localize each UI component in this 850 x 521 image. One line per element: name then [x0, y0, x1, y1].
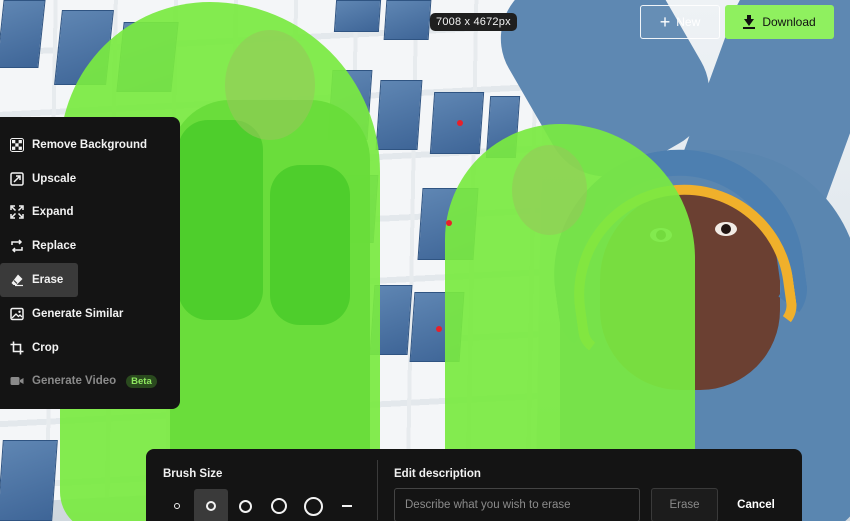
brush-circle-icon	[303, 496, 323, 516]
eraser-icon	[10, 273, 24, 287]
expand-icon	[10, 205, 24, 220]
tool-generate-video[interactable]: Generate Video Beta	[0, 365, 180, 399]
brush-circle-icon	[206, 501, 216, 511]
tool-remove-background[interactable]: Remove Background	[0, 128, 180, 162]
new-button[interactable]: + New	[640, 5, 720, 39]
tool-label: Crop	[32, 341, 59, 354]
erase-button[interactable]: Erase	[651, 488, 718, 521]
tool-replace[interactable]: Replace	[0, 229, 180, 263]
brush-size-label: Brush Size	[163, 468, 223, 480]
panel-divider	[377, 460, 378, 520]
brush-size-m[interactable]	[228, 489, 262, 521]
image-dimensions-badge: 7008 x 4672px	[430, 13, 517, 31]
window	[383, 0, 432, 40]
edit-description-label: Edit description	[394, 468, 481, 480]
marker-dot	[446, 220, 452, 226]
brush-size-decrease[interactable]	[330, 489, 364, 521]
window	[0, 0, 46, 68]
tool-generate-similar[interactable]: Generate Similar	[0, 297, 180, 331]
beta-badge: Beta	[126, 374, 157, 388]
plus-icon: +	[659, 12, 671, 32]
upscale-icon	[10, 171, 24, 186]
marker-dot	[436, 326, 442, 332]
tool-label: Expand	[32, 206, 74, 219]
erase-panel: Brush Size Edit description Erase Cancel	[146, 449, 802, 521]
video-icon	[10, 374, 24, 388]
tool-label: Upscale	[32, 172, 77, 185]
mask-face	[225, 30, 315, 140]
window	[333, 0, 382, 32]
replace-icon	[10, 239, 24, 253]
brush-size-l[interactable]	[262, 489, 296, 521]
brush-circle-icon	[271, 498, 287, 514]
image-icon	[10, 307, 24, 321]
tool-expand[interactable]: Expand	[0, 196, 180, 230]
marker-dot	[457, 120, 463, 126]
new-button-label: New	[676, 15, 701, 29]
minus-icon	[342, 505, 352, 507]
brush-size-s[interactable]	[194, 489, 228, 521]
tool-label: Replace	[32, 240, 77, 253]
tool-upscale[interactable]: Upscale	[0, 162, 180, 196]
download-icon	[743, 15, 756, 29]
crop-icon	[10, 341, 24, 355]
download-button[interactable]: Download	[725, 5, 834, 39]
brush-size-xl[interactable]	[296, 489, 330, 521]
mask-detail	[178, 120, 263, 320]
tools-menu: Remove Background Upscale Expand Replace…	[0, 117, 180, 409]
tool-label: Remove Background	[32, 138, 148, 151]
brush-size-xs[interactable]	[160, 489, 194, 521]
download-button-label: Download	[762, 15, 816, 29]
tool-label: Generate Video	[32, 375, 117, 388]
mask-detail	[270, 165, 350, 325]
mask-face	[512, 145, 587, 235]
tool-label: Generate Similar	[32, 307, 124, 320]
tool-crop[interactable]: Crop	[0, 331, 180, 365]
edit-description-input[interactable]	[394, 488, 640, 521]
tool-erase[interactable]: Erase	[0, 263, 78, 297]
brush-circle-icon	[174, 503, 180, 509]
window	[0, 440, 58, 521]
tool-label: Erase	[32, 274, 64, 287]
checker-icon	[10, 137, 24, 152]
brush-size-selector	[160, 489, 364, 521]
brush-circle-icon	[238, 499, 252, 513]
cancel-button[interactable]: Cancel	[728, 488, 784, 521]
window	[375, 80, 423, 150]
